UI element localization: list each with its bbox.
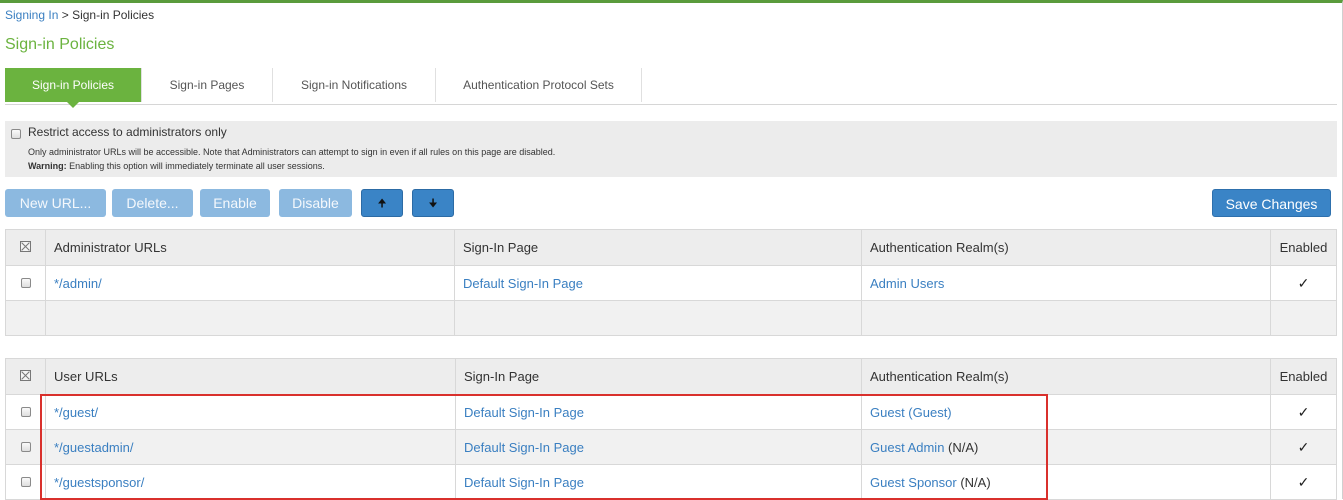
tab-sign-in-pages[interactable]: Sign-in Pages — [142, 68, 273, 102]
breadcrumb: Signing In > Sign-in Policies — [5, 8, 154, 22]
enable-button[interactable]: Enable — [200, 189, 270, 217]
arrow-up-icon: 🠉 — [377, 198, 387, 210]
warning-text: Enabling this option will immediately te… — [66, 161, 325, 171]
url-link[interactable]: */guest/ — [54, 405, 98, 420]
enabled-check-icon: ✓ — [1297, 438, 1310, 455]
sign-in-page-link[interactable]: Default Sign-In Page — [464, 405, 584, 420]
sign-in-page-link[interactable]: Default Sign-In Page — [464, 440, 584, 455]
realm-link[interactable]: Guest Admin — [870, 440, 944, 455]
breadcrumb-separator: > — [58, 8, 73, 22]
column-header-sign-in-page[interactable]: Sign-In Page — [454, 229, 862, 266]
url-link[interactable]: */admin/ — [54, 276, 102, 291]
page-title: Sign-in Policies — [5, 36, 115, 53]
restrict-admin-checkbox[interactable] — [11, 129, 21, 139]
restrict-admin-label: Restrict access to administrators only — [28, 125, 227, 139]
enabled-check-icon: ✓ — [1297, 403, 1310, 420]
table-row: */admin/ Default Sign-In Page Admin User… — [5, 265, 1337, 301]
move-up-button[interactable]: 🠉 — [361, 189, 403, 217]
realm-link[interactable]: Admin Users — [870, 276, 944, 291]
realm-suffix: (N/A) — [956, 474, 991, 490]
realm-link[interactable]: Guest Sponsor — [870, 475, 957, 490]
move-down-button[interactable]: 🠋 — [412, 189, 454, 217]
select-all-cell — [5, 358, 46, 395]
delete-button[interactable]: Delete... — [112, 189, 193, 217]
empty-row — [5, 300, 1337, 336]
row-checkbox[interactable] — [20, 441, 31, 452]
table-header-row: User URLs Sign-In Page Authentication Re… — [5, 358, 1337, 395]
sign-in-page-link[interactable]: Default Sign-In Page — [464, 475, 584, 490]
save-changes-button[interactable]: Save Changes — [1212, 189, 1331, 217]
tab-authentication-protocol-sets[interactable]: Authentication Protocol Sets — [436, 68, 642, 102]
user-urls-table: User URLs Sign-In Page Authentication Re… — [5, 358, 1337, 500]
url-link[interactable]: */guestsponsor/ — [54, 475, 144, 490]
column-header-admin-urls[interactable]: Administrator URLs — [45, 229, 455, 266]
restrict-admin-note: Only administrator URLs will be accessib… — [28, 147, 556, 157]
tab-sign-in-policies[interactable]: Sign-in Policies — [5, 68, 142, 108]
column-header-enabled[interactable]: Enabled — [1270, 358, 1337, 395]
realm-suffix: (N/A) — [944, 439, 979, 455]
restrict-admin-panel: Restrict access to administrators only O… — [5, 121, 1337, 177]
realm-link[interactable]: Guest (Guest) — [870, 405, 952, 420]
warning-label: Warning: — [28, 161, 67, 171]
column-header-user-urls[interactable]: User URLs — [45, 358, 456, 395]
table-header-row: Administrator URLs Sign-In Page Authenti… — [5, 229, 1337, 266]
table-row: */guestsponsor/ Default Sign-In Page Gue… — [5, 464, 1337, 500]
column-header-sign-in-page[interactable]: Sign-In Page — [455, 358, 862, 395]
select-all-checkbox[interactable] — [20, 241, 31, 252]
enabled-check-icon: ✓ — [1297, 274, 1310, 291]
column-header-authentication-realms[interactable]: Authentication Realm(s) — [861, 358, 1271, 395]
row-checkbox[interactable] — [20, 406, 31, 417]
new-url-button[interactable]: New URL... — [5, 189, 106, 217]
column-header-enabled[interactable]: Enabled — [1270, 229, 1337, 266]
arrow-down-icon: 🠋 — [428, 198, 438, 210]
disable-button[interactable]: Disable — [279, 189, 352, 217]
breadcrumb-signing-in-link[interactable]: Signing In — [5, 8, 58, 22]
url-link[interactable]: */guestadmin/ — [54, 440, 134, 455]
restrict-admin-warning: Warning: Enabling this option will immed… — [28, 161, 325, 171]
enabled-check-icon: ✓ — [1297, 473, 1310, 490]
select-all-checkbox[interactable] — [20, 370, 31, 381]
select-all-cell — [5, 229, 46, 266]
table-row: */guest/ Default Sign-In Page Guest (Gue… — [5, 394, 1337, 430]
breadcrumb-current: Sign-in Policies — [72, 8, 155, 22]
row-checkbox[interactable] — [20, 277, 31, 288]
tab-sign-in-notifications[interactable]: Sign-in Notifications — [273, 68, 436, 102]
admin-urls-table: Administrator URLs Sign-In Page Authenti… — [5, 229, 1337, 336]
row-checkbox[interactable] — [20, 476, 31, 487]
row-checkbox-cell — [5, 265, 46, 301]
column-header-authentication-realms[interactable]: Authentication Realm(s) — [861, 229, 1271, 266]
sign-in-page-link[interactable]: Default Sign-In Page — [463, 276, 583, 291]
table-row: */guestadmin/ Default Sign-In Page Guest… — [5, 429, 1337, 465]
tab-bar: Sign-in Policies Sign-in Pages Sign-in N… — [5, 68, 1337, 108]
